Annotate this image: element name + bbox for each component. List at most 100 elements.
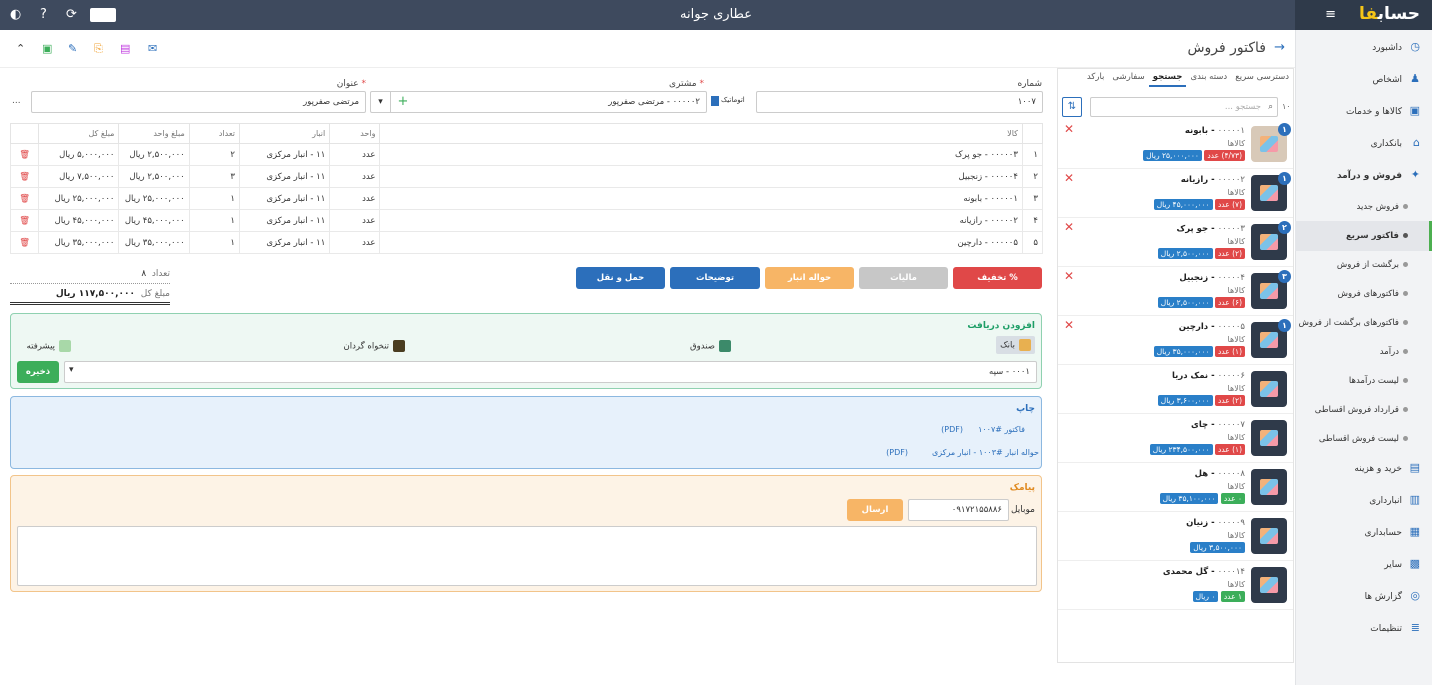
sidebar-item[interactable]: فروش جدید <box>1295 192 1432 222</box>
sidebar-item[interactable]: فاکتورهای برگشت از فروش <box>1295 308 1432 338</box>
sidebar-item[interactable]: ≣ تنظیمات <box>1295 613 1432 643</box>
product-card[interactable]: ۰۰۰۰۱۴ - گل محمدی کالاها ۱ عدد ۰ ریال <box>1058 561 1293 610</box>
mobile-field[interactable]: ۰۹۱۷۲۱۵۵۸۸۶ <box>908 499 1009 521</box>
edit-icon[interactable]: ✎ <box>68 42 77 55</box>
remove-icon[interactable]: ✕ <box>1064 269 1074 283</box>
product-tab[interactable]: بارکد <box>1083 69 1109 85</box>
stock-tag: (۴/۷۳) عدد <box>1204 150 1245 161</box>
message-icon[interactable]: ✉ <box>148 42 157 55</box>
sidebar-item[interactable]: برگشت از فروش <box>1295 250 1432 280</box>
user-avatar-icon[interactable]: ◐ <box>10 7 21 22</box>
back-arrow-icon[interactable]: → <box>1274 40 1285 55</box>
sidebar-item[interactable]: ✦ فروش و درآمد <box>1295 160 1432 190</box>
table-row[interactable]: ۳ ۰۰۰۰۰۱ - بابونه عدد ۱۱ - انبار مرکزی ۱ ۲۵,۰… <box>9 187 1044 210</box>
product-search-input[interactable]: ⌕ جستجو ... <box>1090 97 1278 117</box>
stock-tag: (۱) عدد <box>1214 346 1245 357</box>
sidebar-item[interactable]: ▤ خرید و هزینه <box>1295 453 1432 483</box>
product-card[interactable]: ۱ ۰۰۰۰۰۱ - بابونه کالاها (۴/۷۳) عدد ۲۵,۰۰۰,… <box>1058 120 1293 169</box>
delete-row-icon[interactable]: 🗑 <box>9 231 40 254</box>
sidebar-item[interactable]: ▩ سایر <box>1295 549 1432 579</box>
table-row[interactable]: ۲ ۰۰۰۰۰۴ - زنجبیل عدد ۱۱ - انبار مرکزی ۳ ۲,۵۰… <box>9 165 1044 188</box>
table-cell: ۱۱ - انبار مرکزی <box>238 143 331 166</box>
printer-icon[interactable]: ▤ <box>120 42 130 55</box>
table-row[interactable]: ۴ ۰۰۰۰۰۲ - رازیانه عدد ۱۱ - انبار مرکزی ۱ ۴۵,… <box>9 209 1044 232</box>
number-field[interactable]: ۱۰۰۷ <box>756 91 1043 113</box>
invoice-pdf-link[interactable]: (PDF) <box>941 425 963 434</box>
save-icon[interactable]: ▣ <box>42 42 52 55</box>
add-customer-icon[interactable]: + <box>395 92 411 112</box>
product-tab[interactable]: دسترسی سریع <box>1231 69 1293 85</box>
product-card[interactable]: ۲ ۰۰۰۰۰۳ - جو پرک کالاها (۲) عدد ۲,۵۰۰,۰۰۰ … <box>1058 218 1293 267</box>
count-badge: ۳ <box>1278 270 1291 283</box>
sidebar-item[interactable]: فاکتورهای فروش <box>1295 279 1432 309</box>
sidebar-item[interactable]: قرارداد فروش اقساطی <box>1295 395 1432 425</box>
product-card[interactable]: ۰۰۰۰۰۸ - هل کالاها ۰ عدد ۳۵,۱۰۰,۰۰۰ ریال <box>1058 463 1293 512</box>
cash-option[interactable]: صندوق <box>690 340 731 352</box>
menu-toggle-icon[interactable]: ≡ <box>1325 7 1336 22</box>
table-cell: ۱ <box>188 209 240 232</box>
table-cell: ۴۵,۰۰۰,۰۰۰ ریال <box>38 209 120 232</box>
delete-row-icon[interactable]: 🗑 <box>9 209 40 232</box>
product-card[interactable]: ۰۰۰۰۰۷ - چای کالاها (۱) عدد ۲۳۴,۵۰۰,۰۰۰ ری… <box>1058 414 1293 463</box>
delete-row-icon[interactable]: 🗑 <box>9 143 40 166</box>
remove-icon[interactable]: ✕ <box>1064 122 1074 136</box>
save-payment-button[interactable]: ذخیره <box>17 361 59 383</box>
sidebar-item[interactable]: فاکتور سریع <box>1295 221 1432 251</box>
bank-option[interactable]: بانک <box>996 336 1035 354</box>
column-header: مبلغ کل <box>38 123 120 144</box>
product-card[interactable]: ۰۰۰۰۰۶ - نمک دریا کالاها (۲) عدد ۳,۶۰۰,۰۰۰… <box>1058 365 1293 414</box>
table-row[interactable]: ۵ ۰۰۰۰۰۵ - دارچین عدد ۱۱ - انبار مرکزی ۱ ۳۵,۰… <box>9 231 1044 254</box>
table-row[interactable]: ۱ ۰۰۰۰۰۳ - جو پرک عدد ۱۱ - انبار مرکزی ۲ ۲,۵۰… <box>9 143 1044 166</box>
sms-message-textarea[interactable] <box>17 526 1037 586</box>
sidebar-item[interactable]: درآمد <box>1295 337 1432 367</box>
app-logo: حسابفا <box>1359 4 1420 24</box>
more-options-button[interactable]: ... <box>12 96 21 106</box>
product-tab[interactable]: جستجو <box>1148 69 1187 87</box>
tax-button[interactable]: مالیات <box>859 267 948 289</box>
product-name: ۰۰۰۰۱۴ - گل محمدی <box>1162 567 1245 577</box>
product-tab[interactable]: سفارشی <box>1108 69 1148 85</box>
remove-icon[interactable]: ✕ <box>1064 171 1074 185</box>
collapse-icon[interactable]: ⌃ <box>16 42 25 55</box>
product-card[interactable]: ۳ ۰۰۰۰۰۴ - زنجبیل کالاها (۶) عدد ۲,۵۰۰,۰۰۰ … <box>1058 267 1293 316</box>
product-card[interactable]: ۱ ۰۰۰۰۰۲ - رازیانه کالاها (۷) عدد ۴۵,۰۰۰,۰۰… <box>1058 169 1293 218</box>
dropdown-arrow-icon[interactable]: ▾ <box>69 365 74 375</box>
subject-field[interactable]: مرتضی صفرپور <box>31 91 366 113</box>
sidebar-item[interactable]: ▦ حسابداری <box>1295 517 1432 547</box>
shipping-button[interactable]: حمل و نقل <box>576 267 665 289</box>
product-card[interactable]: ۰۰۰۰۰۹ - زنیان کالاها ۳,۵۰۰,۰۰۰ ریال <box>1058 512 1293 561</box>
delete-row-icon[interactable]: 🗑 <box>9 187 40 210</box>
sort-button[interactable]: ⇅ <box>1062 97 1082 117</box>
sidebar-item[interactable]: لیست فروش اقساطی <box>1295 424 1432 454</box>
discount-button[interactable]: % تخفیف <box>953 267 1042 289</box>
sidebar-item[interactable]: ▣ کالاها و خدمات <box>1295 96 1432 126</box>
advanced-option[interactable]: پیشرفته <box>27 340 71 352</box>
customer-select[interactable]: ۰۰۰۰۰۲ - مرتضی صفرپور <box>370 91 707 113</box>
auto-checkbox[interactable] <box>711 96 719 106</box>
transfer-pdf-link[interactable]: (PDF) <box>886 448 908 457</box>
send-sms-button[interactable]: ارسال <box>847 499 903 521</box>
invoice-print-link[interactable]: فاکتور #۱۰۰۷ <box>978 425 1025 434</box>
sidebar-item[interactable]: ⌂ بانکداری <box>1295 128 1432 158</box>
product-card[interactable]: ۱ ۰۰۰۰۰۵ - دارچین کالاها (۱) عدد ۳۵,۰۰۰,۰۰۰… <box>1058 316 1293 365</box>
sidebar-item[interactable]: ◷ داشبورد <box>1295 32 1432 62</box>
transfer-print-link[interactable]: حواله انبار #۱۰۰۳ - انبار مرکزی <box>929 448 1039 457</box>
new-doc-icon[interactable]: ⎘ <box>94 42 103 56</box>
product-tab[interactable]: دسته بندی <box>1186 69 1231 85</box>
warehouse-transfer-button[interactable]: حواله انبار <box>765 267 854 289</box>
petty-cash-option[interactable]: تنخواه گردان <box>344 340 405 352</box>
calculator-icon[interactable] <box>90 8 116 22</box>
sidebar-item[interactable]: ♟ اشخاص <box>1295 64 1432 94</box>
sidebar-item[interactable]: لیست درآمدها <box>1295 366 1432 396</box>
remove-icon[interactable]: ✕ <box>1064 318 1074 332</box>
sidebar-item[interactable]: ◎ گزارش ها <box>1295 581 1432 611</box>
sidebar-item[interactable]: ▥ انبارداری <box>1295 485 1432 515</box>
notes-button[interactable]: توضیحات <box>670 267 760 289</box>
help-icon[interactable]: ? <box>40 7 47 22</box>
account-select[interactable]: ۰۰۰۱ - سپه <box>64 361 1037 383</box>
refresh-icon[interactable]: ⟳ <box>66 7 77 22</box>
dropdown-arrow-icon[interactable]: ▾ <box>371 92 391 112</box>
delete-row-icon[interactable]: 🗑 <box>9 165 40 188</box>
remove-icon[interactable]: ✕ <box>1064 220 1074 234</box>
product-image <box>1251 469 1287 505</box>
